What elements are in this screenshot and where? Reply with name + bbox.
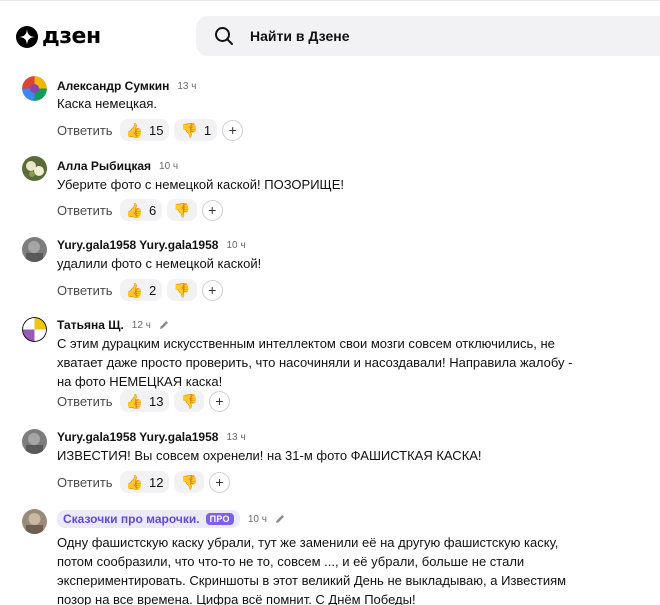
thumbs-down-icon: 👎: [180, 122, 198, 138]
dislike-button[interactable]: 👎: [174, 390, 204, 412]
comment-text: Уберите фото с немецкой каской! ПОЗОРИЩЕ…: [57, 177, 345, 192]
like-button[interactable]: 👍 6: [119, 199, 163, 221]
thumbs-up-icon: 👍: [125, 122, 144, 138]
add-reaction-button[interactable]: +: [208, 471, 230, 493]
add-reaction-button[interactable]: +: [222, 119, 244, 141]
thumbs-up-icon: 👍: [125, 393, 144, 409]
reply-button[interactable]: Ответить: [57, 123, 113, 138]
dislike-button[interactable]: 👎: [167, 199, 197, 221]
comment: Yury.gala1958 Yury.gala1958 13 ч ИЗВЕСТИ…: [0, 429, 660, 497]
dzen-star-icon: [16, 26, 38, 48]
channel-name: Сказочки про марочки.: [63, 512, 200, 526]
comment-time: 10 ч: [226, 239, 246, 251]
avatar[interactable]: [22, 509, 47, 534]
pencil-icon: [159, 321, 168, 329]
pro-badge: ПРО: [205, 513, 234, 525]
author-name[interactable]: Татьяна Щ.: [57, 318, 124, 332]
search-icon[interactable]: [214, 26, 234, 46]
avatar[interactable]: [22, 317, 47, 342]
add-reaction-button[interactable]: +: [201, 199, 223, 221]
dislike-button[interactable]: 👎: [174, 471, 204, 493]
comment-time: 12 ч: [131, 319, 151, 331]
channel-name-chip[interactable]: Сказочки про марочки. ПРО: [57, 510, 240, 528]
avatar[interactable]: [22, 76, 47, 101]
author-name[interactable]: Алла Рыбицкая: [57, 159, 151, 173]
thumbs-down-icon: 👎: [173, 282, 191, 298]
reply-button[interactable]: Ответить: [57, 283, 113, 298]
add-reaction-button[interactable]: +: [208, 390, 230, 412]
like-button[interactable]: 👍 2: [119, 279, 163, 301]
dislike-button[interactable]: 👎 1: [174, 119, 218, 141]
reply-button[interactable]: Ответить: [57, 203, 113, 218]
thumbs-down-icon: 👎: [180, 474, 198, 490]
like-count: 13: [149, 393, 164, 409]
comment-text: удалили фото с немецкой каской!: [57, 256, 262, 271]
like-button[interactable]: 👍 15: [119, 119, 170, 141]
logo-text: дзен: [42, 24, 101, 49]
add-reaction-button[interactable]: +: [201, 279, 223, 301]
like-count: 12: [149, 474, 164, 490]
comment: Алла Рыбицкая 10 ч Уберите фото с немецк…: [0, 156, 660, 224]
comment: Сказочки про марочки. ПРО 10 ч Одну фаши…: [0, 509, 660, 605]
author-name[interactable]: Yury.gala1958 Yury.gala1958: [57, 430, 218, 444]
thumbs-up-icon: 👍: [125, 202, 144, 218]
comment-text: ИЗВЕСТИЯ! Вы совсем охренели! на 31-м фо…: [57, 448, 482, 463]
comment-text: С этим дурацким искусственным интеллекто…: [57, 336, 573, 389]
thumbs-down-icon: 👎: [173, 202, 191, 218]
comment-time: 10 ч: [159, 160, 179, 172]
header: дзен Найти в Дзене: [0, 0, 660, 72]
dzen-logo[interactable]: дзен: [16, 24, 101, 50]
like-button[interactable]: 👍 12: [119, 471, 170, 493]
comment-time: 13 ч: [226, 431, 246, 443]
reply-button[interactable]: Ответить: [57, 475, 113, 490]
search-placeholder: Найти в Дзене: [250, 28, 350, 44]
pencil-icon: [275, 515, 284, 523]
comment: Yury.gala1958 Yury.gala1958 10 ч удалили…: [0, 237, 660, 305]
avatar[interactable]: [22, 429, 47, 454]
comment-time: 13 ч: [177, 80, 197, 92]
like-count: 2: [149, 282, 157, 298]
author-name[interactable]: Yury.gala1958 Yury.gala1958: [57, 238, 218, 252]
comment-text: Каска немецкая.: [57, 96, 157, 111]
author-name[interactable]: Александр Сумкин: [57, 79, 169, 93]
comment: Александр Сумкин 13 ч Каска немецкая. От…: [0, 76, 660, 144]
reply-button[interactable]: Ответить: [57, 394, 113, 409]
like-count: 15: [149, 122, 164, 138]
comment-time: 10 ч: [247, 513, 267, 525]
comment: Татьяна Щ. 12 ч С этим дурацким искусств…: [0, 317, 660, 417]
like-count: 6: [149, 202, 157, 218]
comment-text: Одну фашистскую каску убрали, тут же зам…: [57, 535, 567, 605]
avatar[interactable]: [22, 156, 47, 181]
thumbs-down-icon: 👎: [180, 393, 198, 409]
dislike-button[interactable]: 👎: [167, 279, 197, 301]
like-button[interactable]: 👍 13: [119, 390, 170, 412]
dislike-count: 1: [203, 122, 212, 138]
thumbs-up-icon: 👍: [125, 282, 144, 298]
avatar[interactable]: [22, 237, 47, 262]
thumbs-up-icon: 👍: [125, 474, 144, 490]
search-field[interactable]: Найти в Дзене: [196, 16, 660, 56]
